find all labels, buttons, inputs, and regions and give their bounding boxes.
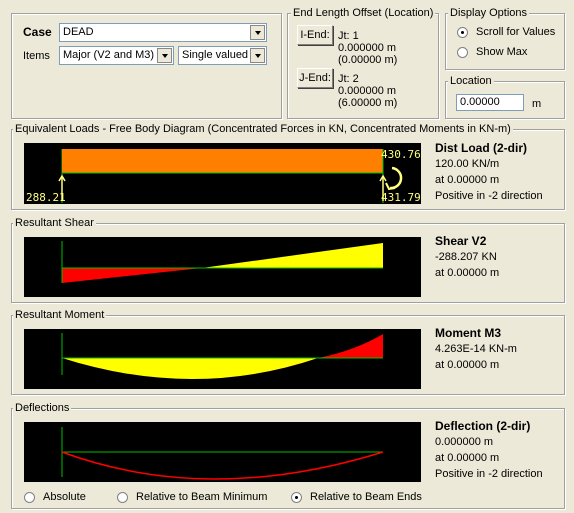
- chevron-down-icon: [250, 48, 265, 63]
- moment-info: Moment M3 4.263E-14 KN-m at 0.00000 m: [435, 325, 517, 373]
- deflection-info-location: at 0.00000 m: [435, 452, 500, 464]
- moment-negative-region: [318, 334, 383, 358]
- deflection-info: Deflection (2-dir) 0.000000 m at 0.00000…: [435, 418, 543, 482]
- j-end-info: Jt: 2 0.000000 m (6.00000 m): [338, 73, 397, 109]
- i-end-info: Jt: 1 0.000000 m (0.00000 m): [338, 30, 397, 66]
- case-value: DEAD: [63, 26, 94, 38]
- radio-checked-icon: [291, 491, 302, 503]
- moment-diagram: [24, 329, 421, 389]
- deflection-diagram: [24, 422, 421, 482]
- i-end-location: (0.00000 m): [338, 54, 398, 66]
- items-value: Major (V2 and M3): [63, 49, 155, 61]
- end-offset-title: End Length Offset (Location): [291, 6, 436, 20]
- deflection-info-title: Deflection (2-dir): [435, 419, 531, 433]
- fbd-info-title: Dist Load (2-dir): [435, 141, 527, 155]
- i-end-joint: Jt: 1: [338, 30, 359, 42]
- j-end-location: (6.00000 m): [338, 97, 398, 109]
- display-options-title: Display Options: [448, 6, 530, 20]
- location-title: Location: [448, 74, 494, 88]
- case-label: Case: [23, 25, 52, 39]
- fbd-info-direction: Positive in -2 direction: [435, 190, 543, 202]
- value-mode-value: Single valued: [182, 49, 249, 61]
- relative-beam-ends-radio[interactable]: Relative to Beam Ends: [291, 491, 422, 503]
- shear-info-value: -288.207 KN: [435, 251, 497, 263]
- moment-info-location: at 0.00000 m: [435, 359, 500, 371]
- radio-unchecked-icon: [117, 491, 128, 503]
- distributed-load-bar: [62, 149, 383, 173]
- shear-negative-region: [62, 268, 202, 283]
- j-end-button[interactable]: J-End:: [297, 68, 333, 88]
- fbd-diagram: 288.21 430.76 431.79: [24, 143, 421, 204]
- i-end-offset: 0.000000 m: [338, 42, 397, 54]
- display-options-group: Display Options: [445, 6, 565, 70]
- deflected-shape: [61, 451, 384, 480]
- end-moment-arrowhead: [385, 182, 396, 191]
- shear-positive-region: [202, 243, 383, 268]
- moment-title: Resultant Moment: [13, 308, 107, 322]
- case-select[interactable]: DEAD: [59, 23, 267, 42]
- right-reaction-value: 431.79: [381, 191, 421, 204]
- fbd-title: Equivalent Loads - Free Body Diagram (Co…: [13, 122, 513, 136]
- shear-info: Shear V2 -288.207 KN at 0.00000 m: [435, 233, 499, 281]
- deflection-info-direction: Positive in -2 direction: [435, 468, 543, 480]
- chevron-down-icon: [250, 25, 265, 40]
- location-unit: m: [532, 98, 542, 110]
- chevron-down-icon: [157, 48, 172, 63]
- radio-checked-icon: [457, 26, 468, 38]
- relative-beam-minimum-radio[interactable]: Relative to Beam Minimum: [117, 491, 267, 503]
- j-end-joint: Jt: 2: [338, 73, 359, 85]
- left-reaction-value: 288.21: [26, 191, 66, 204]
- moment-positive-region: [62, 358, 318, 379]
- fbd-info-value: 120.00 KN/m: [435, 158, 500, 170]
- i-end-button[interactable]: I-End:: [297, 25, 333, 45]
- shear-title: Resultant Shear: [13, 216, 96, 230]
- moment-info-value: 4.263E-14 KN-m: [435, 343, 517, 355]
- radio-unchecked-icon: [24, 491, 35, 503]
- fbd-info-location: at 0.00000 m: [435, 174, 500, 186]
- value-mode-select[interactable]: Single valued: [178, 46, 267, 65]
- items-label: Items: [23, 50, 50, 62]
- items-select[interactable]: Major (V2 and M3): [59, 46, 174, 65]
- radio-unchecked-icon: [457, 46, 468, 58]
- end-moment-arc: [389, 166, 403, 190]
- scroll-for-values-radio[interactable]: Scroll for Values: [457, 26, 555, 38]
- show-max-radio[interactable]: Show Max: [457, 46, 527, 58]
- absolute-radio[interactable]: Absolute: [24, 491, 86, 503]
- deflection-info-value: 0.000000 m: [435, 436, 494, 448]
- moment-info-title: Moment M3: [435, 326, 501, 340]
- right-moment-value: 430.76: [381, 148, 421, 161]
- fbd-info: Dist Load (2-dir) 120.00 KN/m at 0.00000…: [435, 140, 543, 204]
- shear-diagram: [24, 237, 421, 297]
- shear-info-title: Shear V2: [435, 234, 487, 248]
- shear-info-location: at 0.00000 m: [435, 267, 500, 279]
- location-input[interactable]: 0.00000: [456, 94, 524, 111]
- j-end-offset: 0.000000 m: [338, 85, 397, 97]
- deflection-title: Deflections: [13, 401, 72, 415]
